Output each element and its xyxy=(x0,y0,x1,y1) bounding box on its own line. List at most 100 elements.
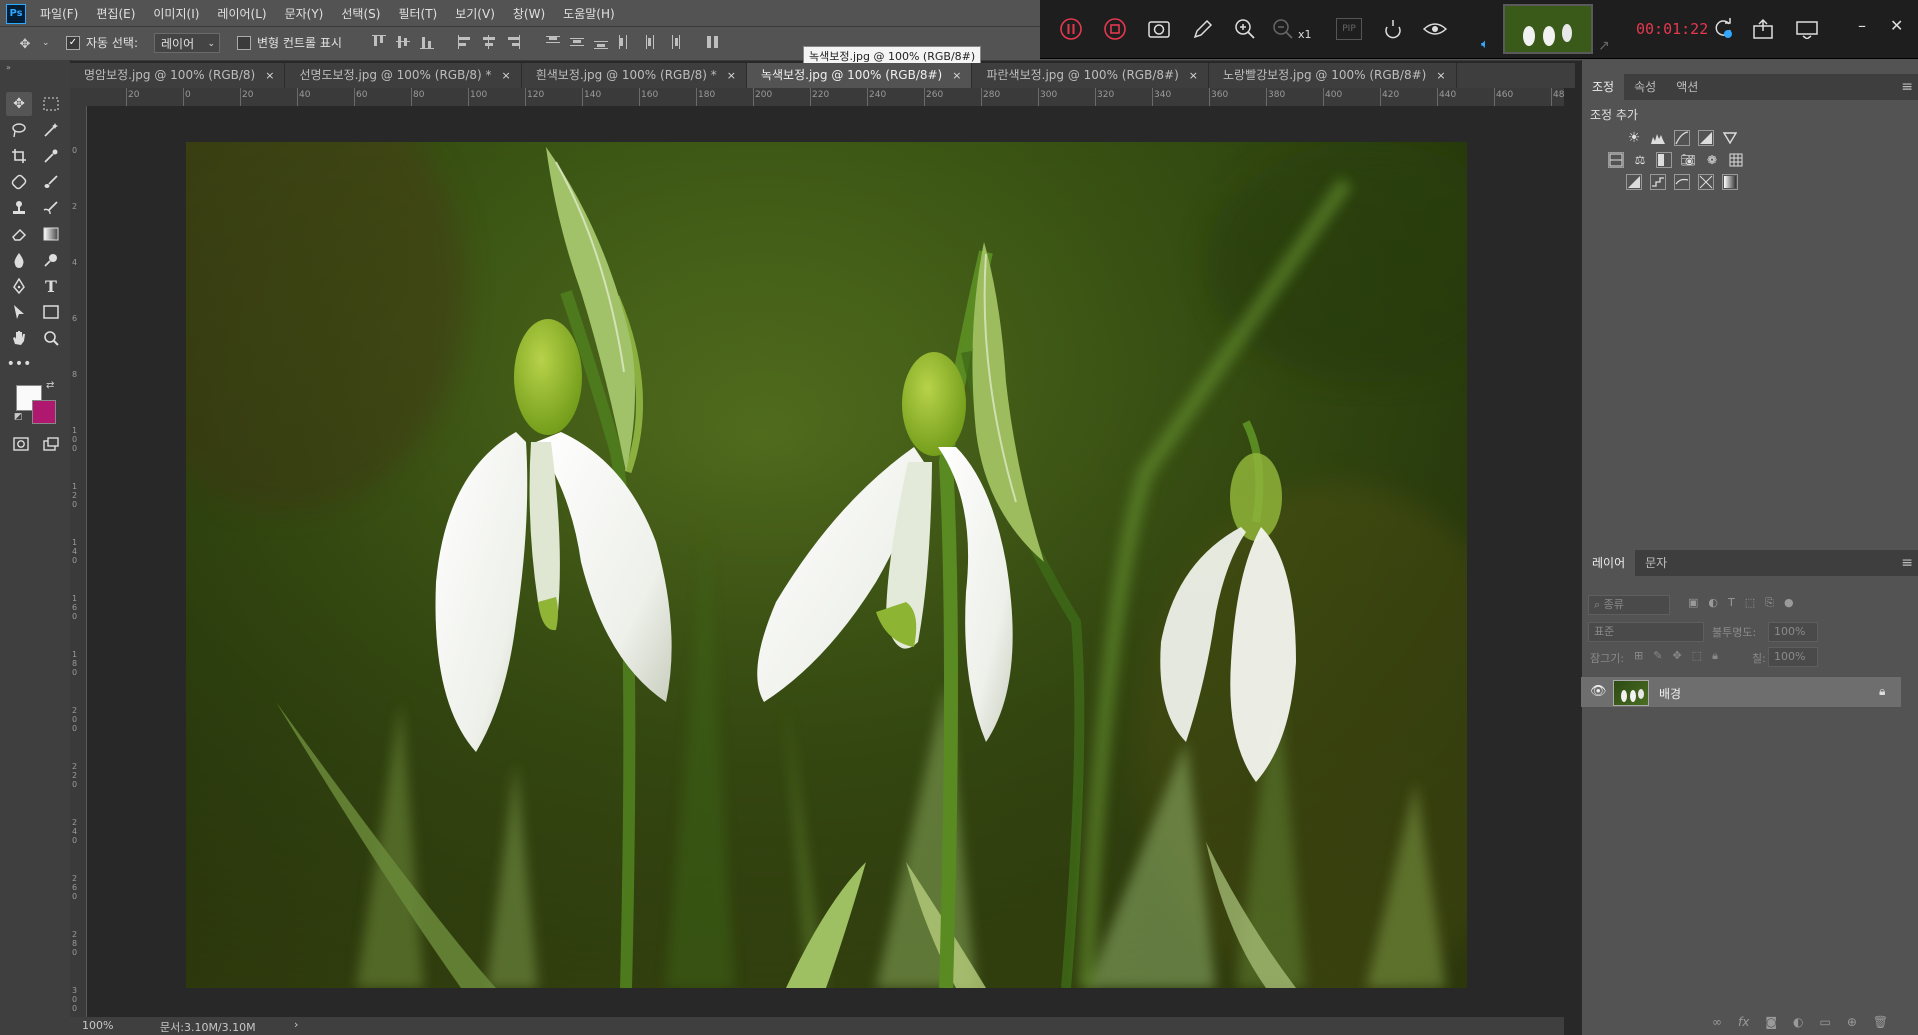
color-balance-icon[interactable]: ⚖ xyxy=(1632,152,1648,168)
menu-layer[interactable]: 레이어(L) xyxy=(217,5,266,22)
hand-tool-icon[interactable] xyxy=(6,326,32,350)
tab-document[interactable]: 선명도보정.jpg @ 100% (RGB/8) * × xyxy=(285,63,522,88)
close-icon[interactable]: × xyxy=(952,63,961,88)
lock-paint-icon[interactable]: ✎ xyxy=(1653,649,1662,663)
menu-filter[interactable]: 필터(T) xyxy=(398,5,437,22)
vibrance-icon[interactable] xyxy=(1722,130,1738,146)
minimize-icon[interactable]: – xyxy=(1858,16,1866,35)
pip-icon[interactable]: PIP xyxy=(1336,18,1362,40)
eye-effect-icon[interactable] xyxy=(1420,14,1450,44)
distribute-hcenter-icon[interactable] xyxy=(640,33,658,51)
history-brush-tool-icon[interactable] xyxy=(38,196,64,220)
threshold-icon[interactable] xyxy=(1674,174,1690,190)
align-left-icon[interactable] xyxy=(456,33,474,51)
expand-icon[interactable]: » xyxy=(6,63,11,72)
background-color-swatch[interactable] xyxy=(32,400,56,424)
zoom-tool-icon[interactable] xyxy=(38,326,64,350)
align-vcenter-icon[interactable] xyxy=(394,33,412,51)
layer-lock-icon[interactable]: 🔒︎ xyxy=(1879,684,1885,699)
tab-layers[interactable]: 레이어 xyxy=(1582,550,1636,576)
move-tool-icon[interactable]: ✥ xyxy=(6,92,32,116)
speaker-icon[interactable]: 🔈︎ xyxy=(1481,37,1489,52)
layer-row[interactable]: 👁︎ 배경 🔒︎ xyxy=(1581,677,1901,707)
camera-icon[interactable] xyxy=(1144,14,1174,44)
trash-icon[interactable]: 🗑︎ xyxy=(1873,1015,1888,1029)
group-icon[interactable]: ▭ xyxy=(1819,1015,1830,1029)
chevron-down-icon[interactable]: ⌄ xyxy=(42,38,50,48)
invert-icon[interactable] xyxy=(1626,174,1642,190)
filter-toggle-icon[interactable]: ● xyxy=(1784,596,1794,610)
distribute-left-icon[interactable] xyxy=(616,33,634,51)
menu-type[interactable]: 문자(Y) xyxy=(285,5,324,22)
black-white-icon[interactable] xyxy=(1656,152,1672,168)
recording-preview-thumbnail[interactable] xyxy=(1503,4,1593,54)
gradient-tool-icon[interactable] xyxy=(38,222,64,246)
adjustment-icon[interactable]: ◐ xyxy=(1793,1015,1803,1029)
auto-align-icon[interactable] xyxy=(704,33,722,51)
auto-select-dropdown[interactable]: 레이어 ⌄ xyxy=(154,33,220,53)
lock-pixels-icon[interactable]: ⊞ xyxy=(1634,649,1643,663)
lock-all-icon[interactable]: 🔒︎ xyxy=(1712,649,1718,663)
selective-color-icon[interactable] xyxy=(1698,174,1714,190)
menu-edit[interactable]: 편집(E) xyxy=(96,5,135,22)
type-filter-icon[interactable]: T xyxy=(1728,596,1735,610)
close-icon[interactable]: ✕ xyxy=(1890,16,1903,35)
menu-help[interactable]: 도움말(H) xyxy=(563,5,615,22)
menu-select[interactable]: 선택(S) xyxy=(341,5,380,22)
zoom-in-icon[interactable] xyxy=(1230,14,1260,44)
fill-field[interactable]: 100% xyxy=(1768,647,1818,667)
pause-icon[interactable] xyxy=(1056,14,1086,44)
panel-menu-icon[interactable]: ≡ xyxy=(1895,550,1918,576)
export-icon[interactable] xyxy=(1748,14,1778,44)
align-bottom-icon[interactable] xyxy=(418,33,436,51)
blend-mode-dropdown[interactable]: 표준 xyxy=(1588,622,1704,642)
swap-colors-icon[interactable]: ⇄ xyxy=(46,380,54,391)
tab-character[interactable]: 문자 xyxy=(1635,550,1677,576)
document-image-snowdrops[interactable] xyxy=(186,142,1467,988)
screen-mode-icon[interactable] xyxy=(38,432,64,456)
tab-actions[interactable]: 액션 xyxy=(1666,74,1708,100)
new-layer-icon[interactable]: ⊕ xyxy=(1847,1015,1857,1029)
lock-position-icon[interactable]: ✥ xyxy=(1672,649,1681,663)
zoom-out-icon[interactable] xyxy=(1268,14,1298,44)
color-lookup-icon[interactable] xyxy=(1728,152,1744,168)
blur-tool-icon[interactable] xyxy=(6,248,32,272)
smart-object-filter-icon[interactable]: ⎘ xyxy=(1765,596,1774,610)
image-filter-icon[interactable]: ▣ xyxy=(1688,596,1698,610)
close-icon[interactable]: × xyxy=(1189,63,1198,88)
zoom-level[interactable]: 100% xyxy=(82,1019,113,1032)
distribute-right-icon[interactable] xyxy=(664,33,682,51)
posterize-icon[interactable] xyxy=(1650,174,1666,190)
marquee-tool-icon[interactable] xyxy=(38,92,64,116)
settings-tray-icon[interactable] xyxy=(1792,14,1822,44)
tab-document[interactable]: 노랑빨강보정.jpg @ 100% (RGB/8#) × xyxy=(1208,63,1457,88)
eyedropper-tool-icon[interactable] xyxy=(38,144,64,168)
adjustment-filter-icon[interactable]: ◐ xyxy=(1708,596,1718,610)
default-colors-icon[interactable]: ◩ xyxy=(14,412,23,422)
distribute-vcenter-icon[interactable] xyxy=(568,33,586,51)
shape-filter-icon[interactable]: ⬚ xyxy=(1745,596,1755,610)
tab-document[interactable]: 흰색보정.jpg @ 100% (RGB/8) * × xyxy=(521,63,747,88)
opacity-field[interactable]: 100% xyxy=(1768,622,1818,642)
menu-image[interactable]: 이미지(I) xyxy=(153,5,199,22)
visibility-eye-icon[interactable]: 👁︎ xyxy=(1590,684,1607,699)
fx-icon[interactable]: fx xyxy=(1738,1015,1749,1029)
lock-artboard-icon[interactable]: ⬚ xyxy=(1692,649,1702,663)
align-top-icon[interactable] xyxy=(370,33,388,51)
panel-menu-icon[interactable]: ≡ xyxy=(1895,74,1918,100)
path-selection-tool-icon[interactable] xyxy=(6,300,32,324)
pen-tool-icon[interactable] xyxy=(6,274,32,298)
tab-properties[interactable]: 속성 xyxy=(1624,74,1666,100)
status-menu-arrow-icon[interactable]: › xyxy=(294,1018,298,1031)
tab-document[interactable]: 파란색보정.jpg @ 100% (RGB/8#) × xyxy=(972,63,1209,88)
dodge-tool-icon[interactable] xyxy=(38,248,64,272)
distribute-top-icon[interactable] xyxy=(544,33,562,51)
layer-filter-dropdown[interactable]: ⌕ 종류 xyxy=(1588,595,1670,615)
mask-icon[interactable]: ◙ xyxy=(1765,1015,1777,1029)
link-icon[interactable]: ∞ xyxy=(1712,1015,1722,1029)
gradient-map-icon[interactable] xyxy=(1722,174,1738,190)
close-icon[interactable]: × xyxy=(265,63,274,88)
brush-tool-icon[interactable] xyxy=(38,170,64,194)
align-right-icon[interactable] xyxy=(504,33,522,51)
close-icon[interactable]: × xyxy=(1436,63,1445,88)
